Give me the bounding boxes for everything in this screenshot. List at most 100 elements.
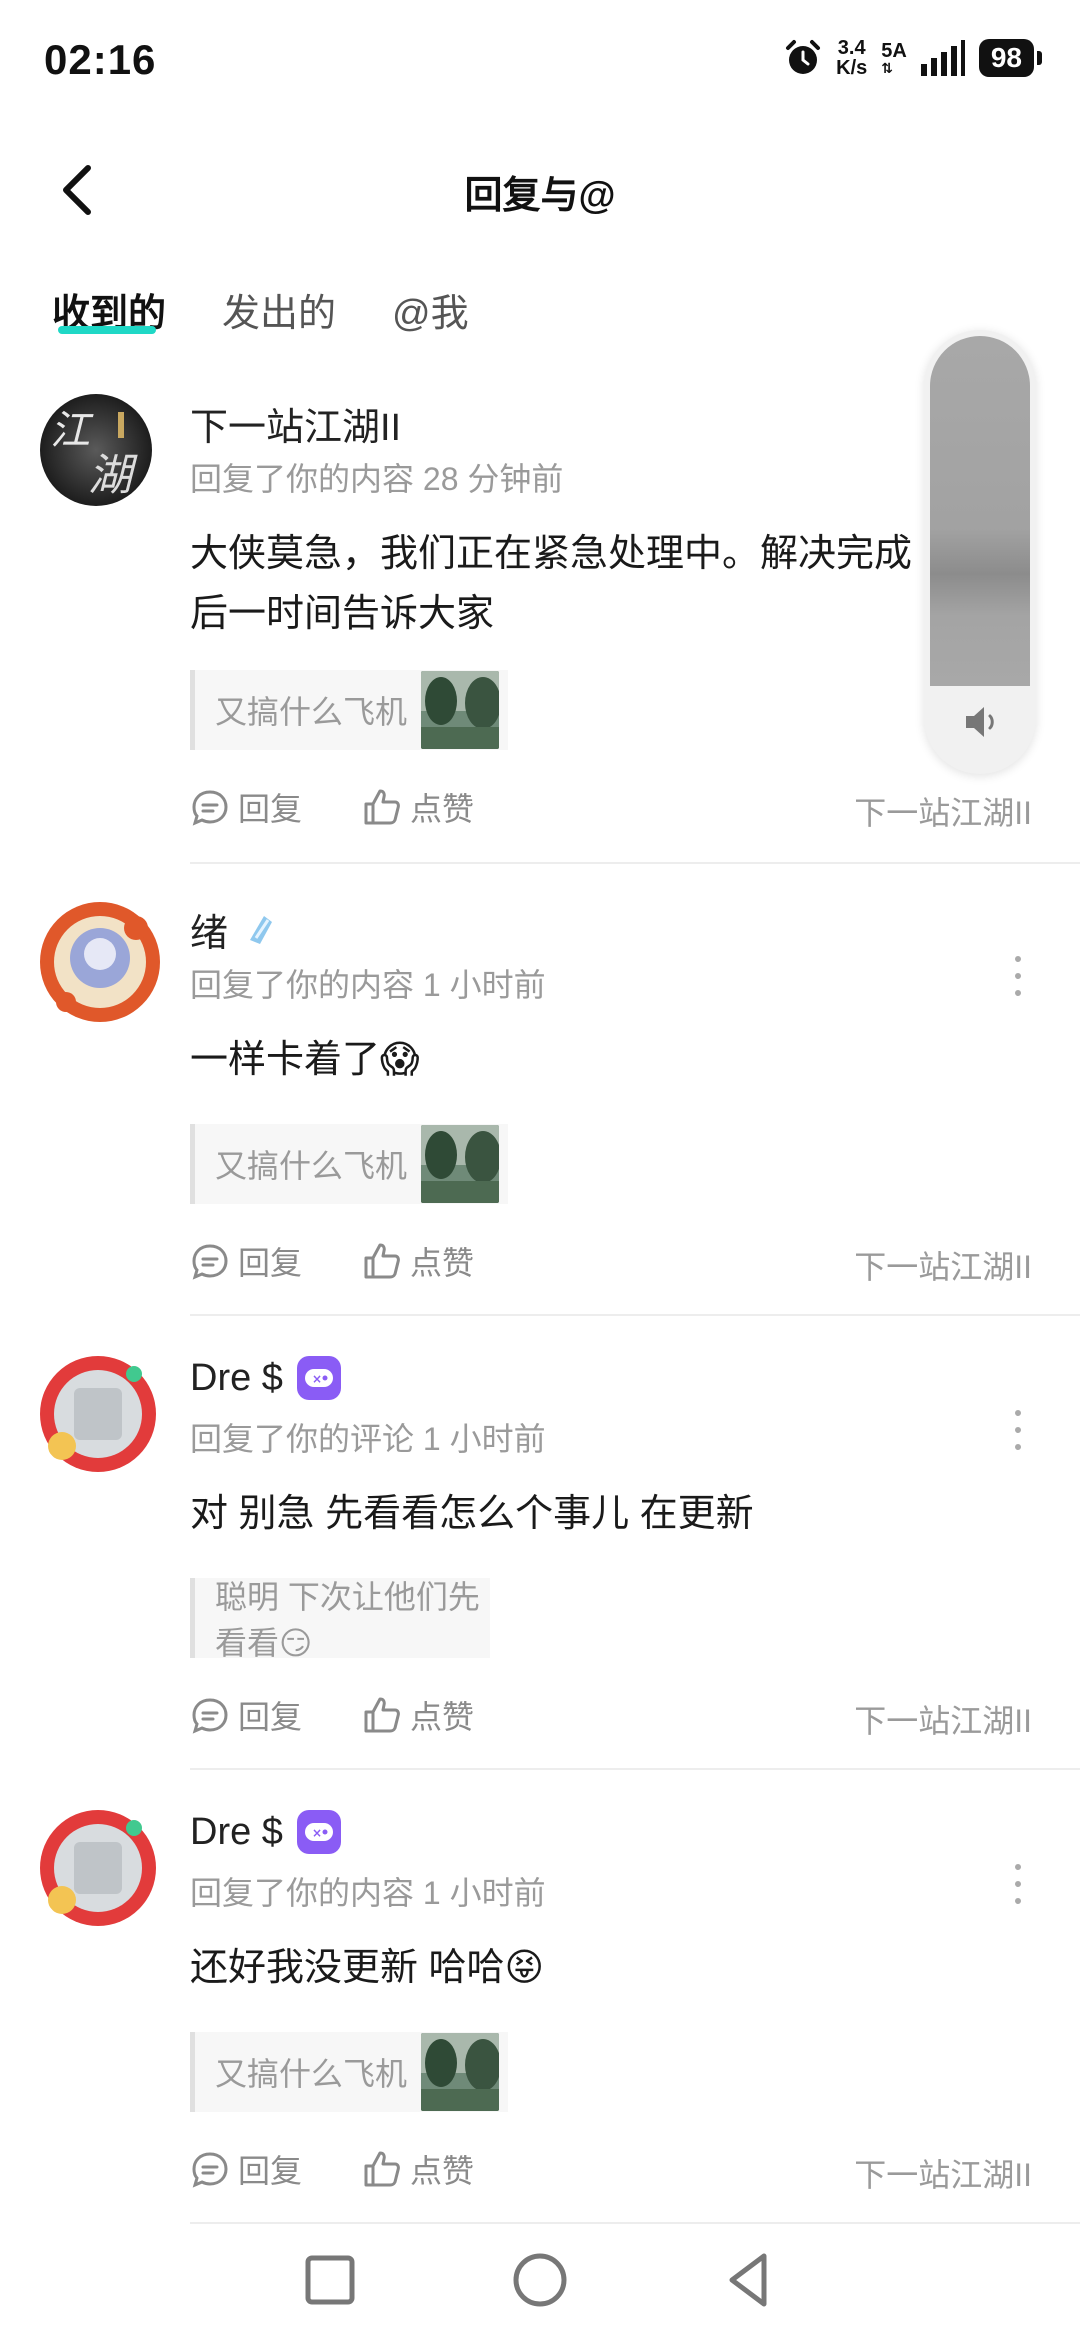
more-options-icon[interactable] bbox=[1008, 1864, 1028, 1904]
tab-sent[interactable]: 发出的 bbox=[222, 282, 336, 337]
svg-text:江: 江 bbox=[50, 408, 94, 454]
username[interactable]: 绪 bbox=[190, 902, 228, 957]
game-badge-icon: × bbox=[296, 1356, 341, 1400]
action-row: 回复 点赞 下一站江湖II bbox=[190, 784, 1040, 834]
net-speed: 3.4 K/s bbox=[836, 38, 867, 78]
svg-text:×: × bbox=[312, 1372, 322, 1386]
comment-content[interactable]: 对 别急 先看看怎么个事儿 在更新 bbox=[190, 1484, 930, 1544]
video-thumbnail bbox=[421, 1125, 500, 1203]
like-button[interactable]: 点赞 bbox=[362, 784, 474, 830]
reply-meta: 回复了你的内容 1 小时前 bbox=[190, 1875, 546, 1911]
divider bbox=[190, 1314, 1080, 1316]
username-row: Dre $ × bbox=[190, 1356, 341, 1400]
page-title: 回复与@ bbox=[464, 175, 616, 217]
tab-bar: 收到的 发出的 @我 bbox=[0, 270, 1080, 350]
status-time: 02:16 bbox=[44, 36, 157, 83]
quote-text: 又搞什么飞机 bbox=[215, 1148, 408, 1184]
thumbs-up-icon bbox=[364, 789, 400, 825]
avatar[interactable] bbox=[36, 1806, 160, 1930]
reply-label: 回复 bbox=[238, 1699, 303, 1735]
svg-text:×: × bbox=[312, 1826, 322, 1840]
quote-text: 又搞什么飞机 bbox=[215, 694, 408, 730]
system-nav-bar bbox=[0, 2230, 1080, 2330]
divider bbox=[190, 1768, 1080, 1770]
quoted-content[interactable]: 又搞什么飞机 bbox=[190, 1124, 508, 1204]
list-item[interactable]: 江 湖 下一站江湖II 回复了你的内容 28 分钟前 大侠莫急，我们正在紧急处理… bbox=[0, 394, 1080, 864]
recent-apps-icon[interactable] bbox=[300, 2250, 360, 2310]
badge-icon bbox=[250, 915, 273, 944]
list-item[interactable]: Dre $ × 回复了你的评论 1 小时前 对 别急 先看看怎么个事儿 在更新 … bbox=[0, 1354, 1080, 1808]
source-name[interactable]: 下一站江湖II bbox=[854, 788, 1032, 834]
like-button[interactable]: 点赞 bbox=[362, 1692, 474, 1738]
reply-meta: 回复了你的内容 1 小时前 bbox=[190, 967, 546, 1003]
more-options-icon[interactable] bbox=[1008, 956, 1028, 996]
home-icon[interactable] bbox=[510, 2250, 570, 2310]
comment-content[interactable]: 还好我没更新 哈哈😝 bbox=[190, 1938, 930, 1998]
volume-icon[interactable] bbox=[960, 700, 1004, 744]
reply-button[interactable]: 回复 bbox=[190, 1692, 302, 1738]
reply-label: 回复 bbox=[238, 791, 303, 827]
comment-content[interactable]: 一样卡着了😱 bbox=[190, 1030, 930, 1090]
list-item[interactable]: Dre $ × 回复了你的内容 1 小时前 还好我没更新 哈哈😝 又搞什么飞机 … bbox=[0, 1808, 1080, 2262]
reply-meta: 回复了你的内容 28 分钟前 bbox=[190, 461, 564, 497]
thumbs-up-icon bbox=[364, 1243, 400, 1279]
comment-content[interactable]: 大侠莫急，我们正在紧急处理中。解决完成后一时间告诉大家 bbox=[190, 524, 930, 644]
username-row: 绪 bbox=[190, 902, 282, 957]
svg-text:湖: 湖 bbox=[88, 450, 138, 501]
net-speed-unit: K/s bbox=[836, 57, 868, 79]
more-options-icon[interactable] bbox=[1008, 1410, 1028, 1450]
tab-mentions[interactable]: @我 bbox=[392, 282, 469, 337]
volume-panel[interactable] bbox=[924, 330, 1036, 774]
source-name[interactable]: 下一站江湖II bbox=[854, 1696, 1032, 1742]
header: 回复与@ bbox=[0, 140, 1080, 240]
like-label: 点赞 bbox=[410, 791, 475, 827]
like-label: 点赞 bbox=[410, 1699, 475, 1735]
avatar[interactable] bbox=[36, 898, 164, 1026]
game-badge-icon: × bbox=[296, 1810, 341, 1854]
avatar[interactable] bbox=[36, 1352, 160, 1476]
reply-button[interactable]: 回复 bbox=[190, 784, 302, 830]
video-thumbnail bbox=[421, 671, 500, 749]
username-row: 下一站江湖II bbox=[190, 396, 401, 451]
like-button[interactable]: 点赞 bbox=[362, 2146, 474, 2192]
comment-icon bbox=[192, 1244, 228, 1280]
alarm-icon bbox=[786, 40, 821, 74]
quoted-content[interactable]: 聪明 下次让他们先看看😏 bbox=[190, 1578, 490, 1661]
quote-text: 又搞什么飞机 bbox=[215, 2056, 408, 2092]
volume-slider[interactable] bbox=[930, 336, 1030, 686]
like-label: 点赞 bbox=[410, 1245, 475, 1281]
quoted-content[interactable]: 又搞什么飞机 bbox=[190, 2032, 508, 2112]
video-thumbnail bbox=[421, 2033, 500, 2111]
thumbs-up-icon bbox=[364, 2151, 400, 2187]
thumbs-up-icon bbox=[364, 1697, 400, 1733]
comment-icon bbox=[192, 790, 228, 826]
divider bbox=[190, 2222, 1080, 2224]
reply-meta: 回复了你的评论 1 小时前 bbox=[190, 1421, 546, 1457]
net-speed-value: 3.4 bbox=[837, 37, 866, 59]
divider bbox=[190, 862, 1080, 864]
tab-underline bbox=[58, 326, 156, 334]
signal-label: 5A bbox=[881, 40, 907, 62]
signal-icon bbox=[920, 40, 965, 76]
action-row: 回复 点赞 下一站江湖II bbox=[190, 1238, 1040, 1288]
reply-button[interactable]: 回复 bbox=[190, 2146, 302, 2192]
username[interactable]: Dre $ bbox=[190, 1811, 283, 1854]
like-button[interactable]: 点赞 bbox=[362, 1238, 474, 1284]
signal-tag: 5A ⇅ bbox=[881, 40, 907, 76]
username[interactable]: Dre $ bbox=[190, 1357, 283, 1400]
comment-icon bbox=[192, 2152, 228, 2188]
battery-indicator: 98 bbox=[978, 39, 1043, 77]
quoted-content[interactable]: 又搞什么飞机 bbox=[190, 670, 508, 750]
source-name[interactable]: 下一站江湖II bbox=[854, 1242, 1032, 1288]
username-row: Dre $ × bbox=[190, 1810, 341, 1854]
avatar[interactable]: 江 湖 bbox=[40, 394, 152, 506]
reply-button[interactable]: 回复 bbox=[190, 1238, 302, 1284]
username[interactable]: 下一站江湖II bbox=[190, 396, 401, 451]
status-bar: 02:16 3.4 K/s 5A ⇅ 98 bbox=[0, 0, 1080, 120]
action-row: 回复 点赞 下一站江湖II bbox=[190, 2146, 1040, 2196]
back-icon[interactable] bbox=[720, 2250, 780, 2310]
source-name[interactable]: 下一站江湖II bbox=[854, 2150, 1032, 2196]
action-row: 回复 点赞 下一站江湖II bbox=[190, 1692, 1040, 1742]
list-item[interactable]: 绪 回复了你的内容 1 小时前 一样卡着了😱 又搞什么飞机 回复 点赞 下一站江… bbox=[0, 900, 1080, 1354]
like-label: 点赞 bbox=[410, 2153, 475, 2189]
